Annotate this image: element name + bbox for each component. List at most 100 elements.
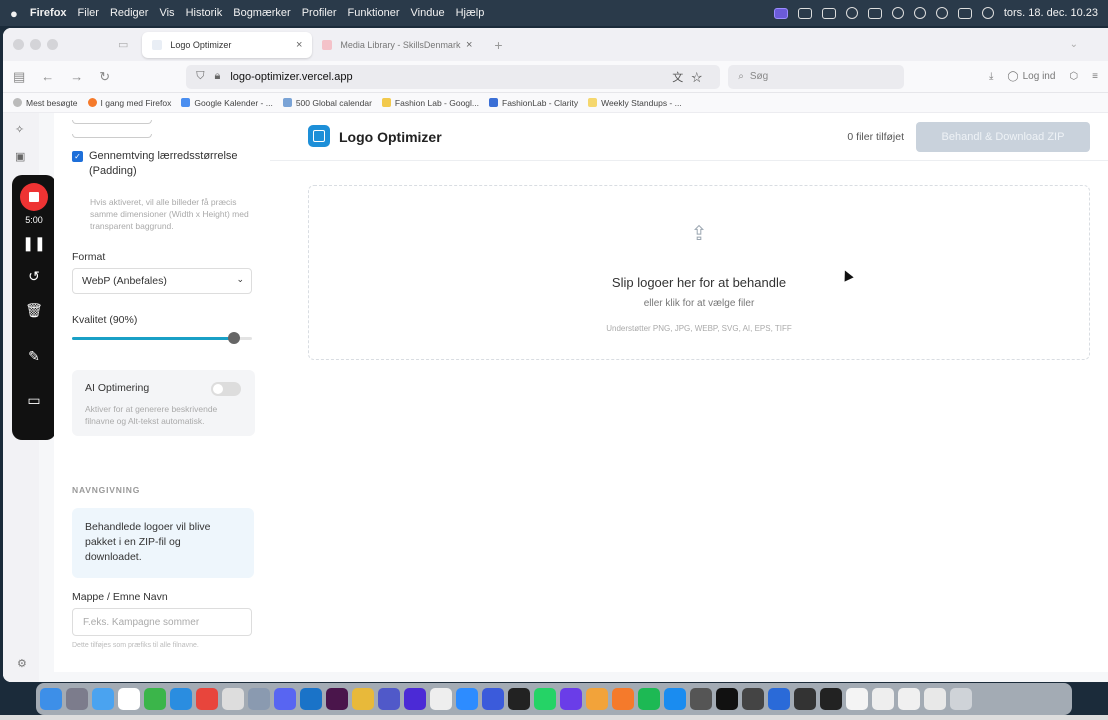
teams-icon[interactable] xyxy=(378,688,400,710)
login-label[interactable]: Log ind xyxy=(1023,71,1056,82)
close-tab-icon[interactable]: × xyxy=(296,39,302,51)
battery-icon[interactable] xyxy=(867,7,882,19)
tab-overview-icon[interactable]: ▭ xyxy=(118,38,128,51)
synced-tabs-icon[interactable]: ▣ xyxy=(15,150,27,163)
menu-profiler[interactable]: Profiler xyxy=(302,7,337,19)
calculator-icon[interactable] xyxy=(690,688,712,710)
safari-icon[interactable] xyxy=(170,688,192,710)
app-icon[interactable] xyxy=(742,688,764,710)
account-icon[interactable]: ◯ xyxy=(1007,71,1018,82)
menu-rediger[interactable]: Rediger xyxy=(110,7,149,19)
extensions-icon[interactable]: ⬡ xyxy=(1069,71,1078,82)
maximize-window-button[interactable] xyxy=(47,39,58,50)
menu-icon[interactable]: ≡ xyxy=(1092,71,1098,82)
discord-icon[interactable] xyxy=(274,688,296,710)
tab-list-chevron-icon[interactable]: ⌄ xyxy=(1070,39,1078,50)
menubar-clock[interactable]: tors. 18. dec. 10.23 xyxy=(1004,7,1098,19)
app-icon[interactable] xyxy=(768,688,790,710)
menu-bogmaerker[interactable]: Bogmærker xyxy=(233,7,290,19)
numbers-icon[interactable] xyxy=(144,688,166,710)
close-window-button[interactable] xyxy=(13,39,24,50)
stop-recording-button[interactable] xyxy=(20,183,48,211)
firefox-icon[interactable] xyxy=(612,688,634,710)
process-download-zip-button[interactable]: Behandl & Download ZIP xyxy=(916,122,1090,152)
gear-icon[interactable]: ⚙ xyxy=(17,657,27,670)
photos-icon[interactable] xyxy=(586,688,608,710)
minimized-window[interactable] xyxy=(794,688,816,710)
format-select[interactable]: WebP (Anbefales) ⌄ xyxy=(72,268,252,294)
menu-historik[interactable]: Historik xyxy=(186,7,223,19)
trash-icon[interactable] xyxy=(950,688,972,710)
cursor-app-icon[interactable] xyxy=(482,688,504,710)
new-tab-icon[interactable]: + xyxy=(494,37,502,53)
chrome-icon[interactable] xyxy=(352,688,374,710)
calendar-icon[interactable] xyxy=(118,688,140,710)
pause-icon[interactable]: ❚❚ xyxy=(12,235,56,252)
control-center-icon[interactable] xyxy=(957,7,972,19)
forward-icon[interactable]: → xyxy=(70,69,83,84)
bookmark-item[interactable]: Mest besøgte xyxy=(13,98,78,108)
bookmark-item[interactable]: FashionLab - Clarity xyxy=(489,98,578,108)
app-store-icon[interactable] xyxy=(664,688,686,710)
pen-icon[interactable] xyxy=(222,688,244,710)
restart-icon[interactable]: ↺ xyxy=(12,268,56,285)
padding-checkbox[interactable]: ✓ xyxy=(72,151,83,162)
back-icon[interactable]: ← xyxy=(41,69,54,84)
tracking-shield-icon[interactable]: ⛉ xyxy=(196,70,204,83)
folder-name-input[interactable]: F.eks. Kampagne sommer xyxy=(72,608,252,636)
url-bar[interactable]: ⛉ 🔒︎ logo-optimizer.vercel.app 文☆ xyxy=(186,64,721,89)
menu-filer[interactable]: Filer xyxy=(78,7,99,19)
draw-icon[interactable]: ✎ xyxy=(12,348,56,365)
play-icon[interactable] xyxy=(845,7,858,19)
reload-icon[interactable]: ↻ xyxy=(99,69,110,85)
sidebar-toggle-icon[interactable]: ▤ xyxy=(13,69,25,85)
zoom-icon[interactable] xyxy=(456,688,478,710)
app-icon[interactable] xyxy=(508,688,530,710)
launchpad-icon[interactable] xyxy=(66,688,88,710)
search-bar[interactable]: ⌕ Søg xyxy=(728,64,905,89)
file-drop-zone[interactable]: ⇪ Slip logoer her for at behandle eller … xyxy=(308,185,1090,360)
app-status-icon[interactable] xyxy=(821,7,836,19)
lock-icon[interactable]: 🔒︎ xyxy=(214,70,220,83)
menu-vindue[interactable]: Vindue xyxy=(411,7,445,19)
menu-funktioner[interactable]: Funktioner xyxy=(348,7,400,19)
menu-hjaelp[interactable]: Hjælp xyxy=(456,7,485,19)
bookmark-item[interactable]: 500 Global calendar xyxy=(282,98,372,108)
mail-icon[interactable] xyxy=(92,688,114,710)
minimized-window[interactable] xyxy=(872,688,894,710)
minimized-window[interactable] xyxy=(924,688,946,710)
minimized-window[interactable] xyxy=(898,688,920,710)
bookmark-item[interactable]: Fashion Lab - Googl... xyxy=(381,98,479,108)
quality-slider[interactable] xyxy=(72,332,252,344)
wifi-icon[interactable] xyxy=(891,7,904,19)
camera-icon[interactable]: ▭ xyxy=(12,392,56,409)
minimized-window[interactable] xyxy=(820,688,842,710)
menu-vis[interactable]: Vis xyxy=(159,7,174,19)
padding-checkbox-row[interactable]: ✓ Gennemtving lærredsstørrelse (Padding) xyxy=(72,149,249,179)
app-icon[interactable] xyxy=(196,688,218,710)
url-text[interactable]: logo-optimizer.vercel.app xyxy=(230,71,352,83)
quality-slider-knob[interactable] xyxy=(228,332,240,344)
app-icon[interactable] xyxy=(404,688,426,710)
translate-and-star-icons[interactable]: 文☆ xyxy=(672,69,710,85)
apple-menu-icon[interactable]: ● xyxy=(10,6,18,21)
screen-record-icon[interactable] xyxy=(773,7,788,19)
bookmark-item[interactable]: Google Kalender - ... xyxy=(181,98,273,108)
siri-icon[interactable] xyxy=(981,7,994,19)
bookmark-item[interactable]: I gang med Firefox xyxy=(87,98,171,108)
app-icon[interactable] xyxy=(430,688,452,710)
bookmark-item[interactable]: Weekly Standups - ... xyxy=(588,98,682,108)
minimize-window-button[interactable] xyxy=(30,39,41,50)
whatsapp-icon[interactable] xyxy=(534,688,556,710)
padding-checkbox-label[interactable]: Gennemtving lærredsstørrelse (Padding) xyxy=(89,149,249,179)
finder-icon[interactable] xyxy=(40,688,62,710)
spotlight-search-icon[interactable] xyxy=(935,7,948,19)
minimized-window[interactable] xyxy=(846,688,868,710)
menubar-app-name[interactable]: Firefox xyxy=(30,7,67,19)
time-machine-icon[interactable] xyxy=(913,7,926,19)
ai-optimization-toggle[interactable] xyxy=(211,382,241,396)
spotify-icon[interactable] xyxy=(638,688,660,710)
trash-icon[interactable]: 🗑︎ xyxy=(12,302,56,319)
tab-logo-optimizer[interactable]: Logo Optimizer × xyxy=(142,31,313,58)
downloads-icon[interactable]: ⤓ xyxy=(989,71,993,82)
